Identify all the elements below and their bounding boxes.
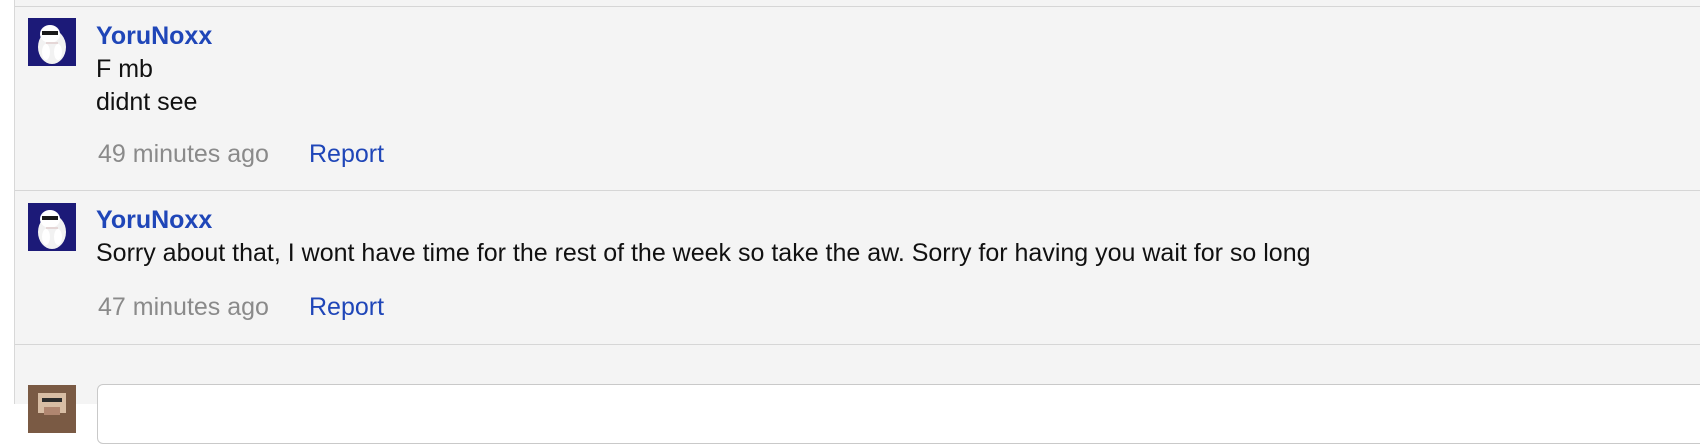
comment-input[interactable]	[97, 384, 1700, 444]
comment-divider	[15, 190, 1700, 191]
comment-timestamp: 47 minutes ago	[98, 293, 269, 321]
report-link[interactable]: Report	[309, 139, 384, 169]
author-name[interactable]: YoruNoxx	[96, 205, 212, 235]
character-avatar-icon[interactable]	[28, 203, 76, 251]
comment-text-line: Sorry about that, I wont have time for t…	[96, 239, 1311, 267]
comment-thread: YoruNoxx F mb didnt see 49 minutes ago R…	[14, 0, 1700, 444]
report-link[interactable]: Report	[309, 292, 384, 322]
comment-divider	[15, 344, 1700, 345]
comment-divider	[15, 6, 1700, 7]
user-avatar-icon[interactable]	[28, 385, 76, 433]
author-name[interactable]: YoruNoxx	[96, 21, 212, 51]
comment-text-line: didnt see	[96, 88, 198, 116]
character-avatar-icon[interactable]	[28, 18, 76, 66]
comment-timestamp: 49 minutes ago	[98, 140, 269, 168]
comment-text-line: F mb	[96, 55, 153, 83]
